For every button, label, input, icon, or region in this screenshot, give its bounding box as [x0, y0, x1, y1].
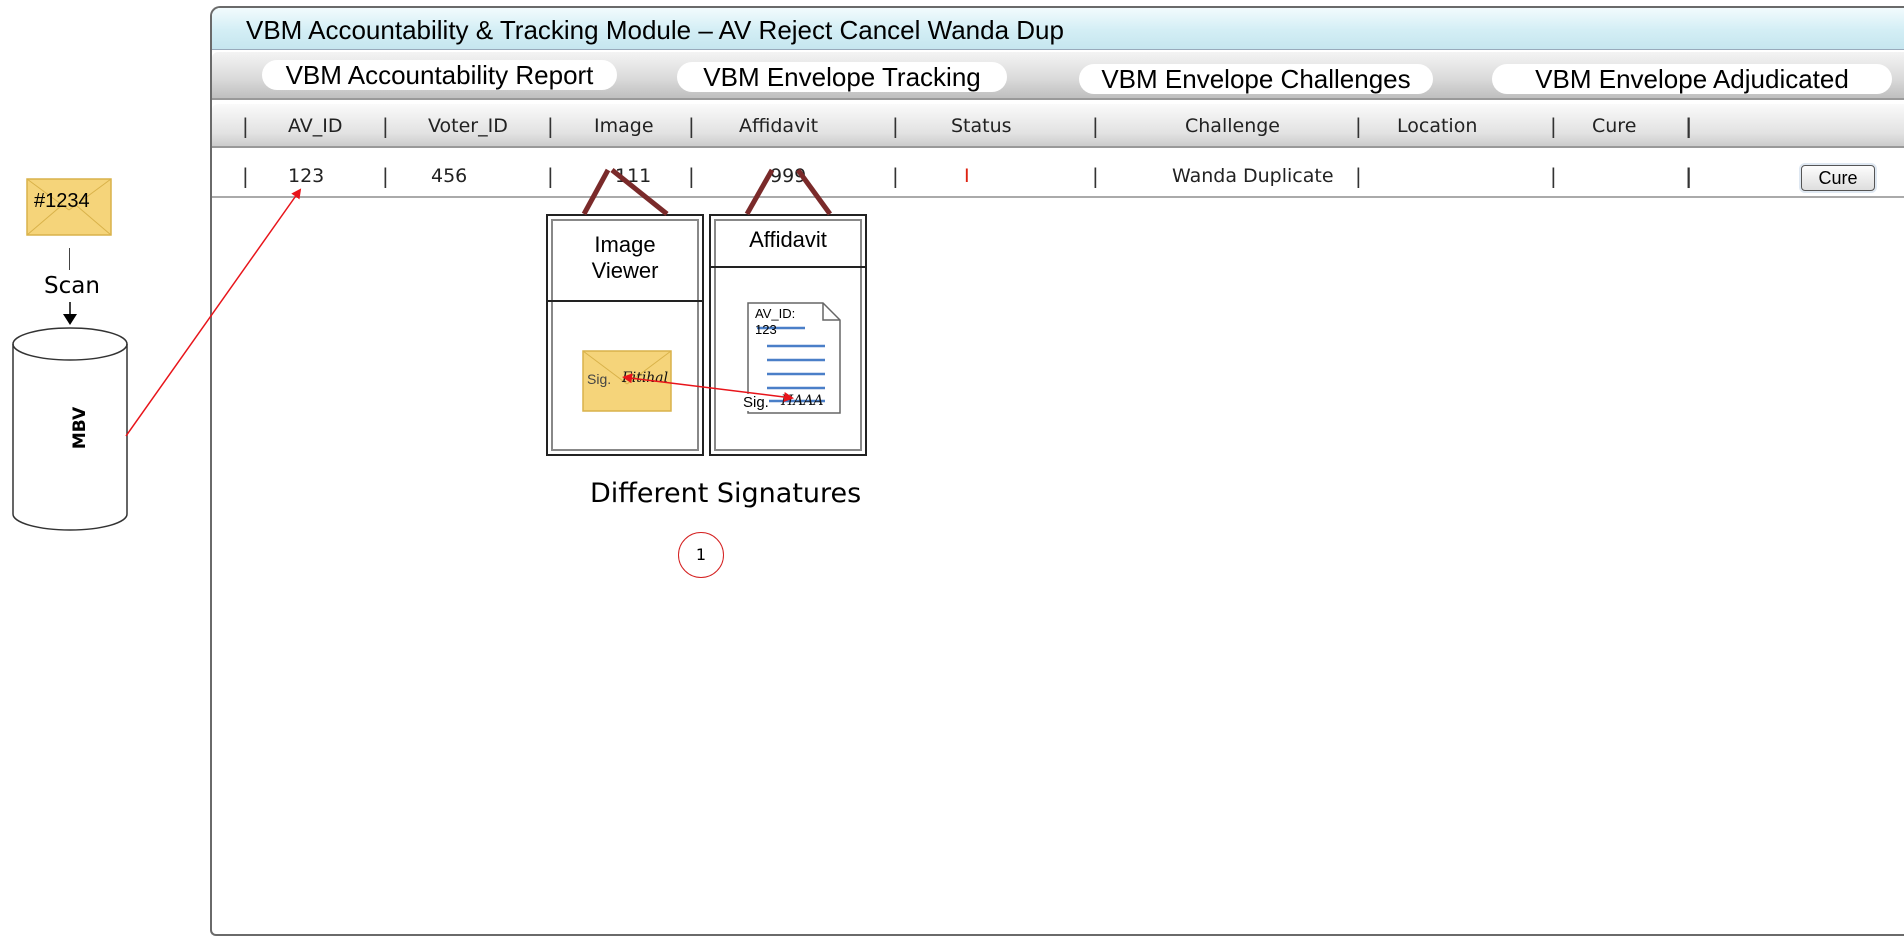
image-callout-connector: [581, 168, 669, 216]
mbv-to-avid-arrow: [125, 188, 302, 437]
diagram-overlay: [125, 168, 833, 437]
signature-compare-arrow: [622, 373, 794, 402]
affidavit-callout-connector: [744, 168, 833, 216]
